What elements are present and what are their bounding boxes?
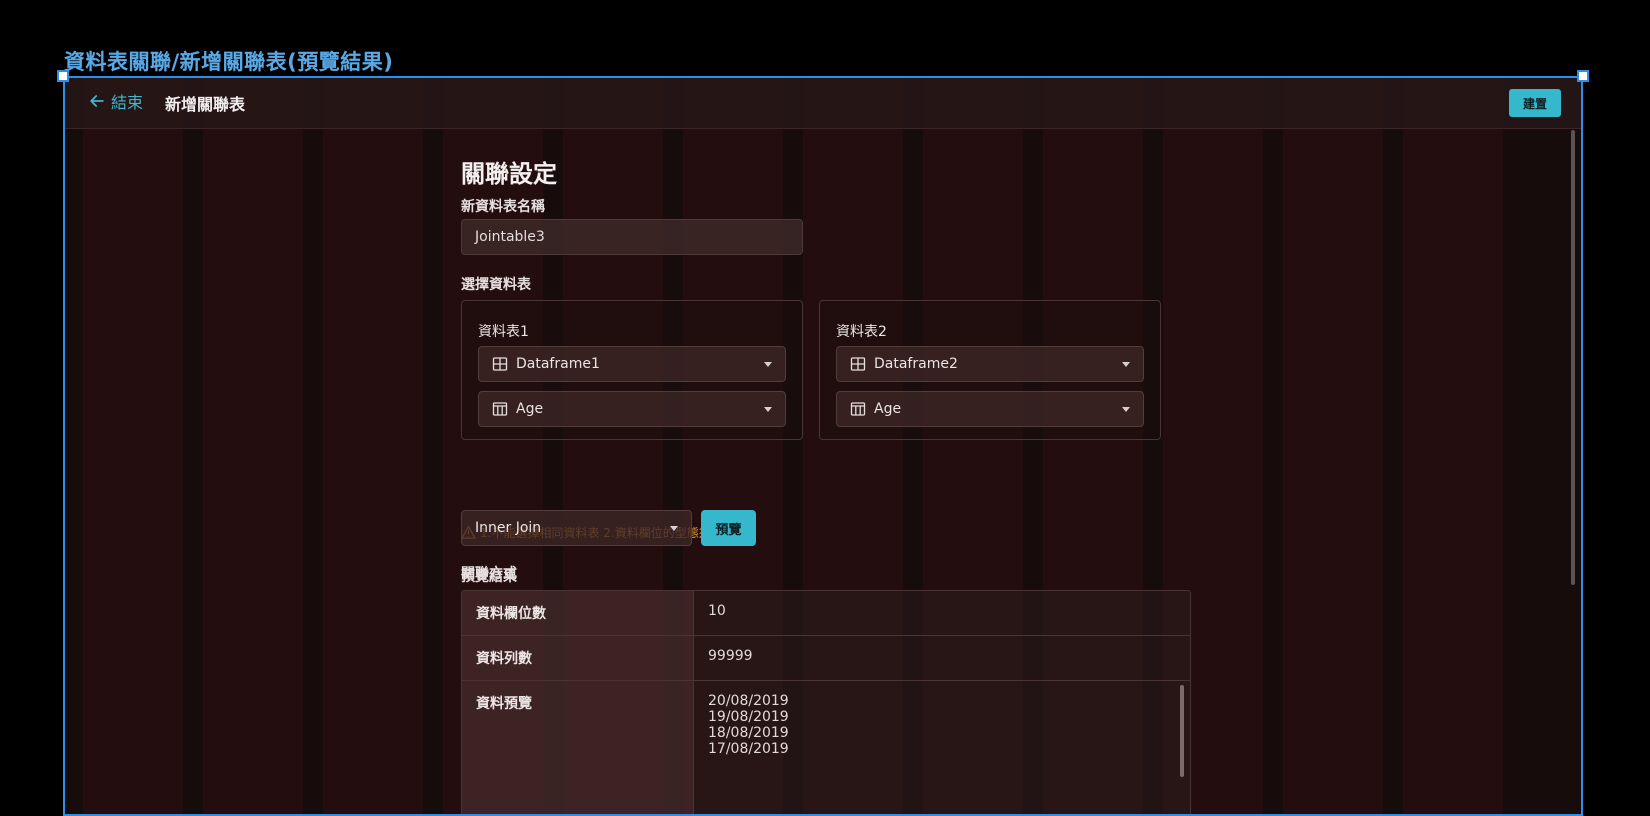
table-row: 資料列數 99999 <box>462 636 1190 681</box>
create-button[interactable]: 建置 <box>1509 89 1561 117</box>
frame-title: 資料表關聯/新增關聯表(預覽結果) <box>64 50 394 74</box>
table1-column-value: Age <box>516 401 544 417</box>
preview-result-table: 資料欄位數 10 資料列數 99999 資料預覽 20/08/2019 19/0… <box>461 590 1191 814</box>
table-grid-icon <box>492 357 508 371</box>
list-item: 18/08/2019 <box>708 725 789 741</box>
arrow-left-icon <box>90 95 104 107</box>
new-table-name-value: Jointable3 <box>475 229 545 245</box>
data-preview-list[interactable]: 20/08/2019 19/08/2019 18/08/2019 17/08/2… <box>694 681 1190 814</box>
table1-panel: 資料表1 Dataframe1 Age <box>461 300 803 440</box>
table1-column-select[interactable]: Age <box>478 391 786 427</box>
new-table-name-label: 新資料表名稱 <box>461 199 545 215</box>
table1-dataframe-select[interactable]: Dataframe1 <box>478 346 786 382</box>
table2-column-select[interactable]: Age <box>836 391 1144 427</box>
table2-dataframe-select[interactable]: Dataframe2 <box>836 346 1144 382</box>
preview-result-label: 預覽結果 <box>461 569 517 585</box>
page-title: 新增關聯表 <box>165 95 246 114</box>
select-tables-label: 選擇資料表 <box>461 277 531 293</box>
list-item: 17/08/2019 <box>708 741 789 757</box>
join-method-value: Inner Join <box>475 520 542 536</box>
column-icon <box>492 402 508 416</box>
table1-dataframe-value: Dataframe1 <box>516 356 600 372</box>
table-row: 資料預覽 20/08/2019 19/08/2019 18/08/2019 17… <box>462 681 1190 814</box>
chevron-down-icon <box>764 407 772 412</box>
back-label: 結束 <box>111 93 144 112</box>
row-value: 99999 <box>694 636 1190 680</box>
new-table-name-input[interactable]: Jointable3 <box>461 219 803 255</box>
chevron-down-icon <box>1122 362 1130 367</box>
preview-scrollbar[interactable] <box>1180 685 1184 777</box>
table2-panel: 資料表2 Dataframe2 Age <box>819 300 1161 440</box>
preview-button[interactable]: 預覽 <box>701 510 756 546</box>
row-key: 資料預覽 <box>462 681 694 814</box>
chevron-down-icon <box>764 362 772 367</box>
column-icon <box>850 402 866 416</box>
join-method-select[interactable]: Inner Join <box>461 510 692 546</box>
page-scrollbar[interactable] <box>1571 130 1575 585</box>
row-value: 10 <box>694 591 1190 635</box>
main-content: 關聯設定 新資料表名稱 Jointable3 選擇資料表 資料表1 Datafr… <box>65 78 1581 814</box>
list-item: 19/08/2019 <box>708 709 789 725</box>
table1-title: 資料表1 <box>478 324 529 340</box>
row-key: 資料列數 <box>462 636 694 680</box>
section-title: 關聯設定 <box>461 160 557 188</box>
chevron-down-icon <box>1122 407 1130 412</box>
top-bar: 結束 新增關聯表 建置 <box>65 78 1581 129</box>
table2-title: 資料表2 <box>836 324 887 340</box>
table2-dataframe-value: Dataframe2 <box>874 356 958 372</box>
resize-handle[interactable] <box>57 70 69 82</box>
table-grid-icon <box>850 357 866 371</box>
row-key: 資料欄位數 <box>462 591 694 635</box>
list-item: 20/08/2019 <box>708 693 789 709</box>
chevron-down-icon <box>670 526 678 531</box>
back-button[interactable]: 結束 <box>87 89 143 113</box>
table2-column-value: Age <box>874 401 902 417</box>
resize-handle[interactable] <box>1577 70 1589 82</box>
table-row: 資料欄位數 10 <box>462 591 1190 636</box>
app-window: 結束 新增關聯表 建置 關聯設定 新資料表名稱 Jointable3 選擇資料表… <box>63 76 1583 816</box>
